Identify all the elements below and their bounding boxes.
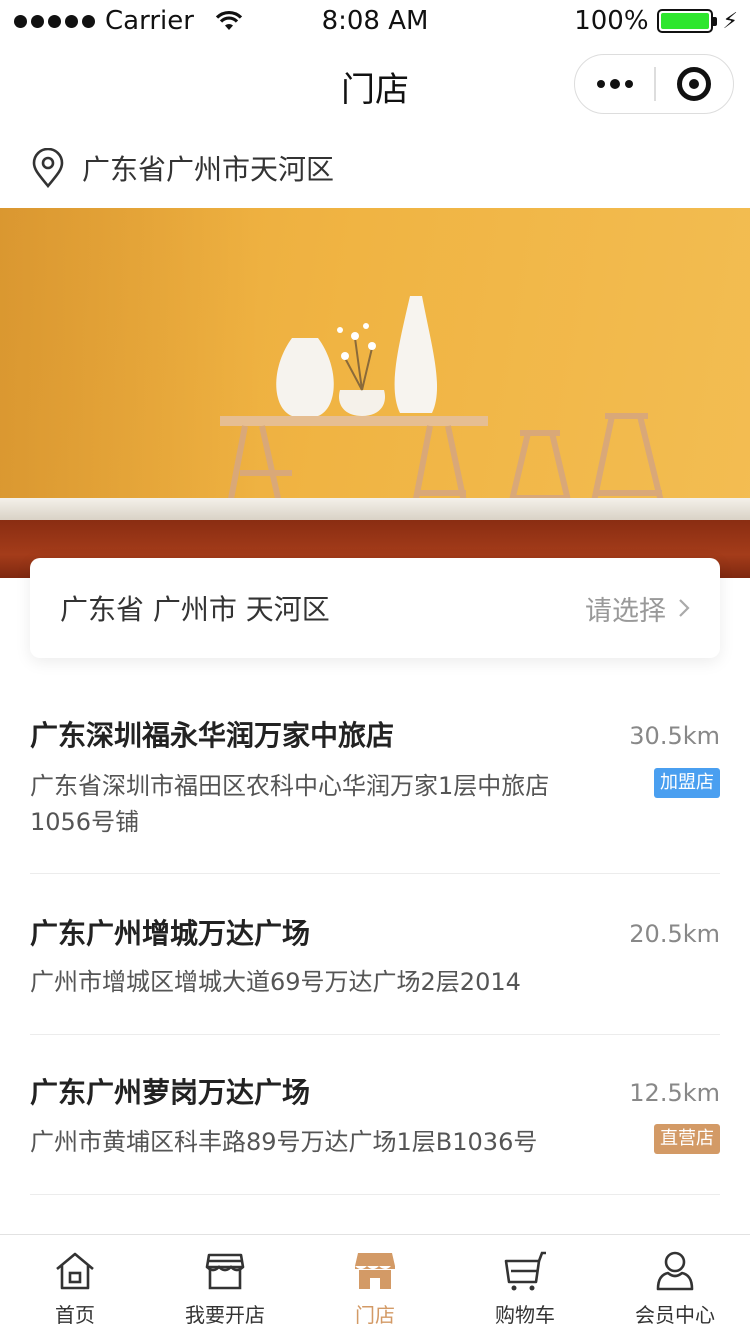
store-item[interactable]: 广东深圳福永华润万家中旅店 30.5km 广东省深圳市福田区农科中心华润万家1层… <box>30 690 720 874</box>
region-selector[interactable]: 广东省 广州市 天河区 请选择 <box>30 558 720 658</box>
tab-label: 门店 <box>355 1303 395 1327</box>
current-location-row[interactable]: 广东省广州市天河区 <box>0 128 750 208</box>
tab-label: 购物车 <box>495 1303 555 1327</box>
store-banner-image <box>0 208 750 578</box>
target-icon <box>677 67 712 101</box>
region-pick-label: 请选择 <box>585 595 666 627</box>
status-bar: Carrier 8:08 AM 100% ⚡ <box>0 0 750 42</box>
store-icon <box>355 1253 395 1289</box>
charging-icon: ⚡ <box>722 8 738 34</box>
cart-icon <box>504 1251 546 1291</box>
tab-label: 会员中心 <box>635 1303 715 1327</box>
battery-icon <box>656 9 717 33</box>
tab-label: 我要开店 <box>185 1303 265 1327</box>
user-icon <box>656 1251 694 1291</box>
store-type-badge: 加盟店 <box>654 768 720 798</box>
store-address: 广东省深圳市福田区农科中心华润万家1层中旅店1056号铺 <box>30 772 550 836</box>
tab-cart[interactable]: 购物车 <box>450 1235 600 1334</box>
home-icon <box>56 1252 94 1290</box>
store-name: 广东广州萝岗万达广场 <box>30 1076 311 1109</box>
store-type-badge: 直营店 <box>654 1124 720 1154</box>
store-name: 广东深圳福永华润万家中旅店 <box>30 719 395 752</box>
store-distance: 12.5km <box>629 1079 720 1107</box>
store-distance: 30.5km <box>629 722 720 750</box>
chevron-right-icon <box>679 599 690 617</box>
store-name: 广东广州增城万达广场 <box>30 917 311 950</box>
store-address: 广州市黄埔区科丰路89号万达广场1层B1036号 <box>30 1128 538 1156</box>
store-item[interactable]: 广东广州萝岗万达广场 12.5km 广州市黄埔区科丰路89号万达广场1层B103… <box>30 1035 720 1195</box>
region-value: 广东省 广州市 天河区 <box>60 593 330 626</box>
region-pick-button[interactable]: 请选择 <box>585 589 690 628</box>
tab-home[interactable]: 首页 <box>0 1235 150 1334</box>
status-right: 100% ⚡ <box>574 6 738 36</box>
bottom-tab-bar: 首页 我要开店 门店 购物车 会员中心 <box>0 1234 750 1334</box>
location-pin-icon <box>32 148 64 188</box>
battery-percent: 100% <box>574 6 649 36</box>
current-location-text: 广东省广州市天河区 <box>82 153 335 186</box>
tab-open-store[interactable]: 我要开店 <box>150 1235 300 1334</box>
tab-store[interactable]: 门店 <box>300 1235 450 1334</box>
tab-member[interactable]: 会员中心 <box>600 1235 750 1334</box>
store-address: 广州市增城区增城大道69号万达广场2层2014 <box>30 968 521 996</box>
tab-label: 首页 <box>55 1303 95 1327</box>
close-miniprogram-button[interactable] <box>656 55 733 113</box>
store-item[interactable]: 广东广州增城万达广场 20.5km 广州市增城区增城大道69号万达广场2层201… <box>30 874 720 1035</box>
shop-open-icon <box>205 1253 245 1290</box>
store-distance: 20.5km <box>629 920 720 948</box>
miniprogram-capsule <box>574 54 734 114</box>
more-menu-button[interactable] <box>575 55 654 113</box>
nav-bar: 门店 <box>0 42 750 128</box>
